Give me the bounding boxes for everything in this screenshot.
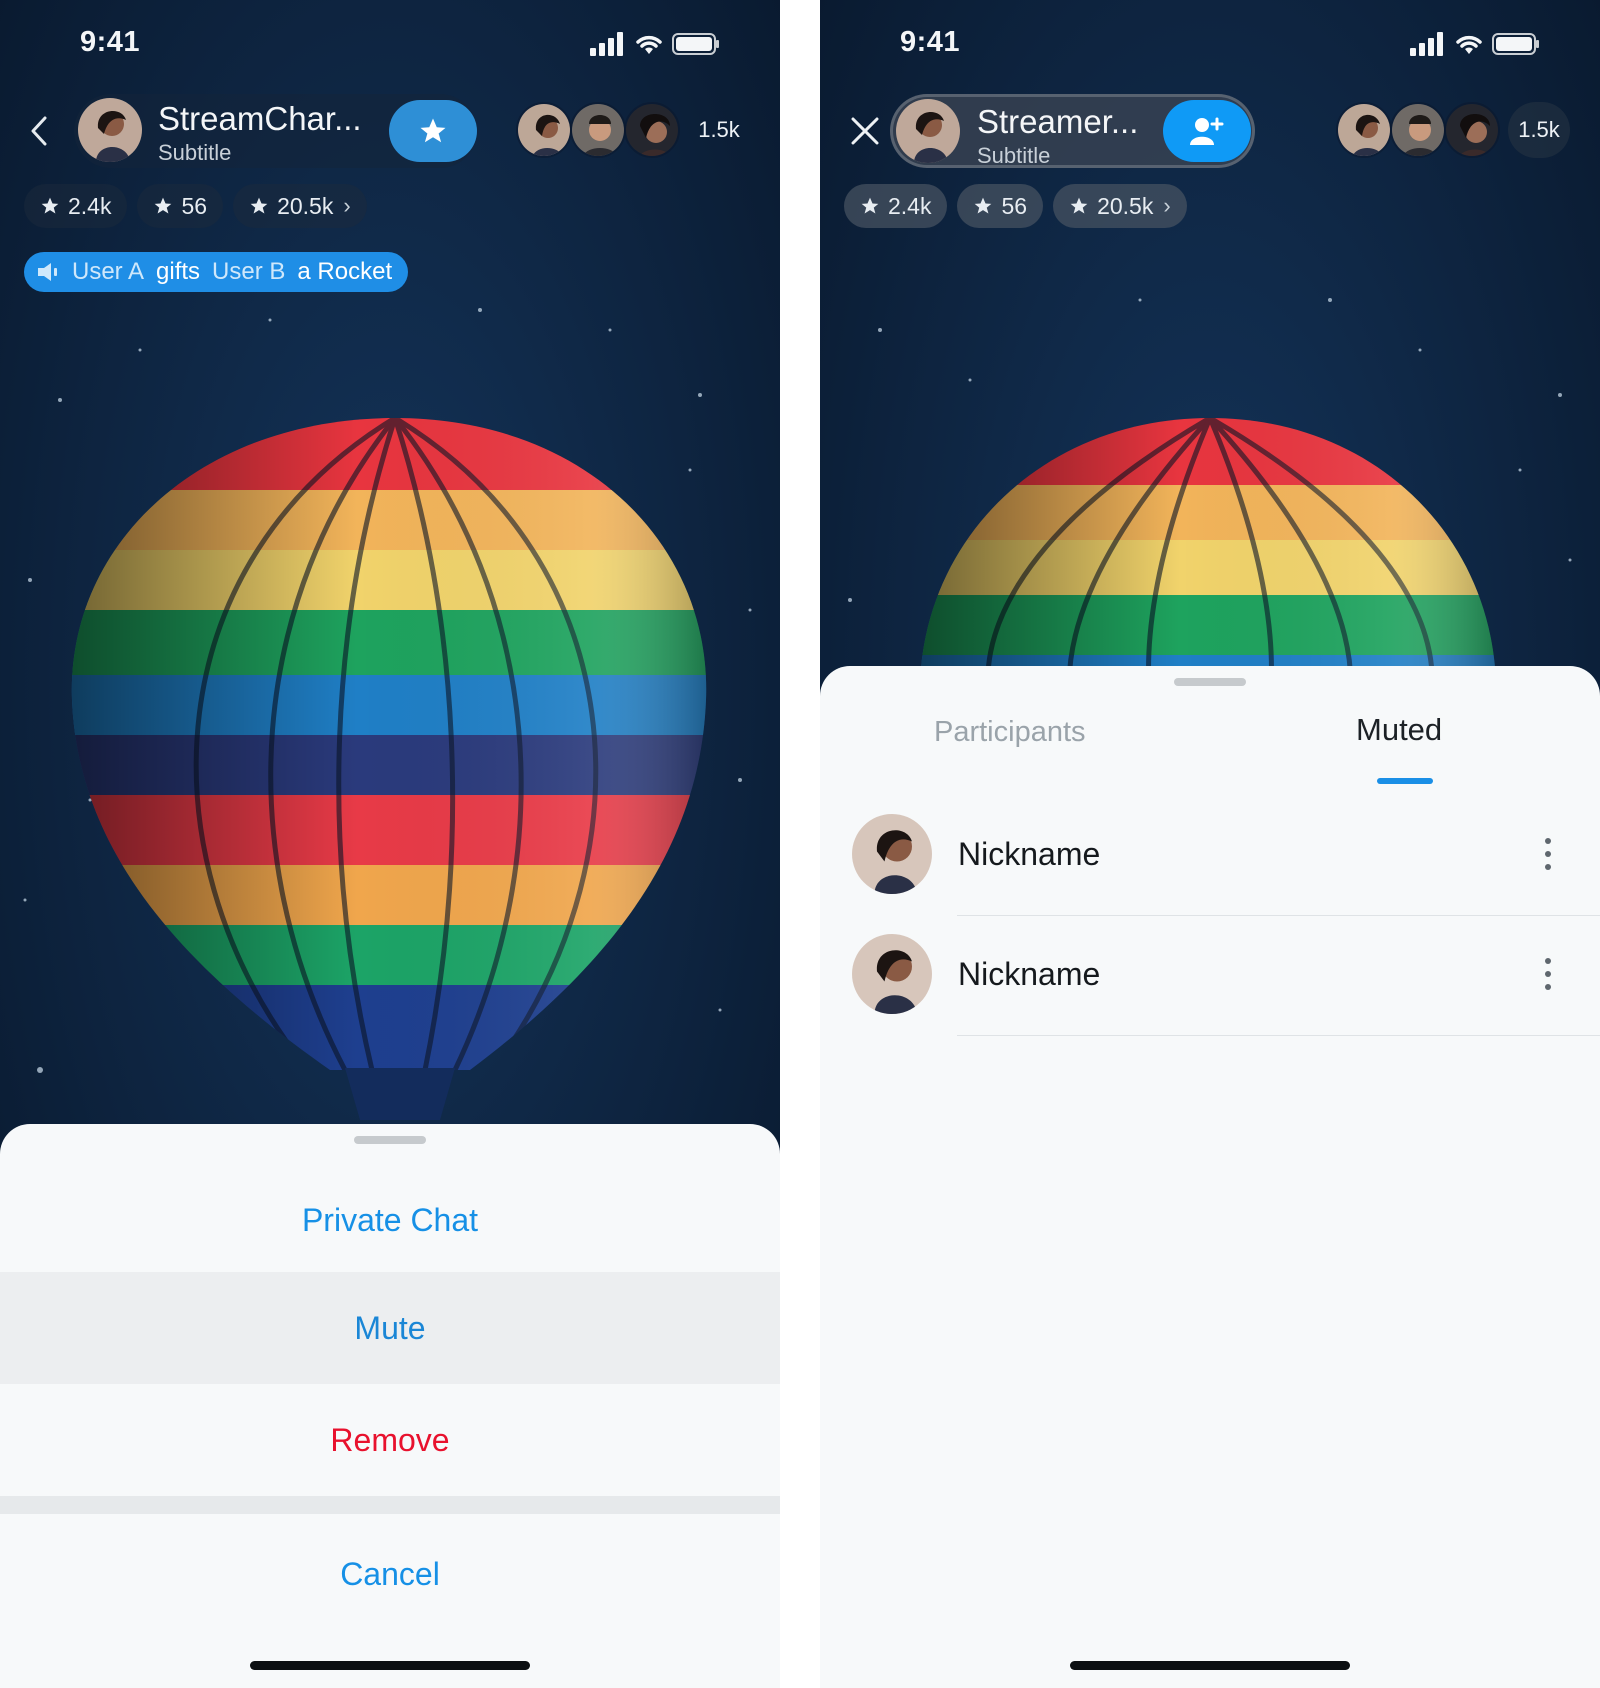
- stat-chip[interactable]: 20.5k ›: [1053, 184, 1187, 228]
- battery-icon: [672, 33, 719, 55]
- streamer-card[interactable]: Streamer... Subtitle: [890, 94, 1255, 168]
- viewer-avatars[interactable]: 1.5k: [516, 102, 750, 158]
- viewer-count: 1.5k: [698, 117, 740, 142]
- stat-value: 56: [1001, 192, 1028, 219]
- close-icon: [851, 117, 879, 145]
- member-nickname: Nickname: [958, 836, 1101, 872]
- signal-icon: [590, 32, 623, 56]
- favorite-button[interactable]: [389, 100, 477, 162]
- avatar: [852, 934, 932, 1014]
- status-icons: [1410, 32, 1540, 56]
- participants-tabs: Participants Muted: [820, 706, 1600, 786]
- avatar: [852, 814, 932, 894]
- star-icon: [41, 197, 59, 214]
- stream-header: Streamer... Subtitle 1.5k: [820, 94, 1600, 168]
- streamer-subtitle: Subtitle: [977, 143, 1051, 168]
- star-icon: [155, 197, 172, 214]
- streamer-card[interactable]: StreamChar... Subtitle: [74, 94, 477, 168]
- viewer-avatar: [516, 102, 572, 158]
- mute-button[interactable]: Mute: [0, 1272, 780, 1384]
- viewer-avatar: [1390, 102, 1446, 158]
- more-icon[interactable]: [1536, 832, 1560, 876]
- stat-chip[interactable]: 56: [137, 184, 224, 228]
- stats-row: 2.4k 56 20.5k ›: [24, 184, 367, 228]
- action-sheet: Private Chat Mute Remove Cancel: [0, 1124, 780, 1688]
- stats-row: 2.4k 56 20.5k ›: [844, 184, 1187, 228]
- status-time: 9:41: [80, 26, 141, 58]
- cancel-button[interactable]: Cancel: [0, 1514, 780, 1634]
- back-button[interactable]: [18, 110, 60, 152]
- wifi-icon: [1456, 35, 1482, 54]
- gift-banner[interactable]: User A gifts User B a Rocket: [24, 252, 409, 292]
- home-indicator: [1070, 1661, 1350, 1670]
- sheet-separator: [0, 1496, 780, 1514]
- streamer-name: StreamChar...: [158, 100, 362, 137]
- status-time: 9:41: [900, 26, 961, 58]
- sheet-grabber[interactable]: [1174, 678, 1246, 686]
- viewer-avatar: [1336, 102, 1392, 158]
- stat-value: 2.4k: [888, 192, 932, 219]
- sheet-grabber[interactable]: [354, 1136, 426, 1144]
- viewer-avatar: [1444, 102, 1500, 158]
- star-icon: [975, 197, 992, 214]
- live-stream-screen-action-sheet: 9:41 StreamChar... Subtitle 1.5k 2.4k 56…: [0, 0, 780, 1688]
- tab-participants[interactable]: Participants: [934, 716, 1086, 749]
- stat-chip[interactable]: 56: [957, 184, 1044, 228]
- home-indicator: [250, 1661, 530, 1670]
- add-user-icon: [1190, 117, 1224, 145]
- star-icon: [250, 197, 268, 214]
- stat-chip[interactable]: 20.5k ›: [233, 184, 367, 228]
- status-icons: [590, 32, 720, 56]
- viewer-avatars[interactable]: 1.5k: [1336, 102, 1570, 158]
- gift-verb: gifts: [156, 258, 201, 285]
- active-tab-indicator: [1377, 778, 1433, 784]
- stat-value: 20.5k: [1097, 192, 1154, 219]
- stat-value: 20.5k: [277, 192, 334, 219]
- chevron-right-icon: ›: [343, 193, 351, 218]
- wifi-icon: [636, 35, 662, 54]
- gift-sender: User A: [72, 258, 145, 285]
- live-stream-screen-participants: 9:41 Streamer... Subtitle 1.5k 2.4k 56 2…: [820, 0, 1600, 1688]
- stat-value: 56: [181, 192, 208, 219]
- remove-button[interactable]: Remove: [0, 1384, 780, 1496]
- signal-icon: [1410, 32, 1443, 56]
- star-icon: [420, 118, 446, 143]
- streamer-name: Streamer...: [977, 103, 1139, 140]
- star-icon: [1070, 197, 1088, 214]
- gift-item: a Rocket: [297, 258, 393, 285]
- stat-chip[interactable]: 2.4k: [844, 184, 948, 228]
- streamer-avatar: [78, 98, 142, 162]
- streamer-subtitle: Subtitle: [158, 140, 232, 165]
- tab-muted[interactable]: Muted: [1356, 712, 1442, 748]
- divider: [957, 1035, 1600, 1036]
- list-item[interactable]: Nickname: [820, 796, 1600, 916]
- chevron-right-icon: ›: [1163, 193, 1171, 218]
- list-item[interactable]: Nickname: [820, 916, 1600, 1036]
- speaker-icon: [38, 263, 57, 281]
- star-icon: [861, 197, 879, 214]
- close-button[interactable]: [844, 110, 886, 152]
- stream-header: StreamChar... Subtitle 1.5k: [0, 94, 780, 168]
- member-nickname: Nickname: [958, 956, 1101, 992]
- chevron-left-icon: [31, 116, 47, 146]
- gift-recipient: User B: [212, 258, 286, 285]
- battery-icon: [1492, 33, 1539, 55]
- viewer-avatar: [570, 102, 626, 158]
- stat-value: 2.4k: [68, 192, 112, 219]
- streamer-avatar: [896, 99, 960, 163]
- viewer-count: 1.5k: [1508, 102, 1570, 158]
- viewer-avatar: [624, 102, 680, 158]
- stat-chip[interactable]: 2.4k: [24, 184, 128, 228]
- participants-sheet: Participants Muted Nickname Nickname: [820, 666, 1600, 1688]
- more-icon[interactable]: [1536, 952, 1560, 996]
- private-chat-button[interactable]: Private Chat: [0, 1168, 780, 1272]
- add-user-button[interactable]: [1163, 100, 1251, 162]
